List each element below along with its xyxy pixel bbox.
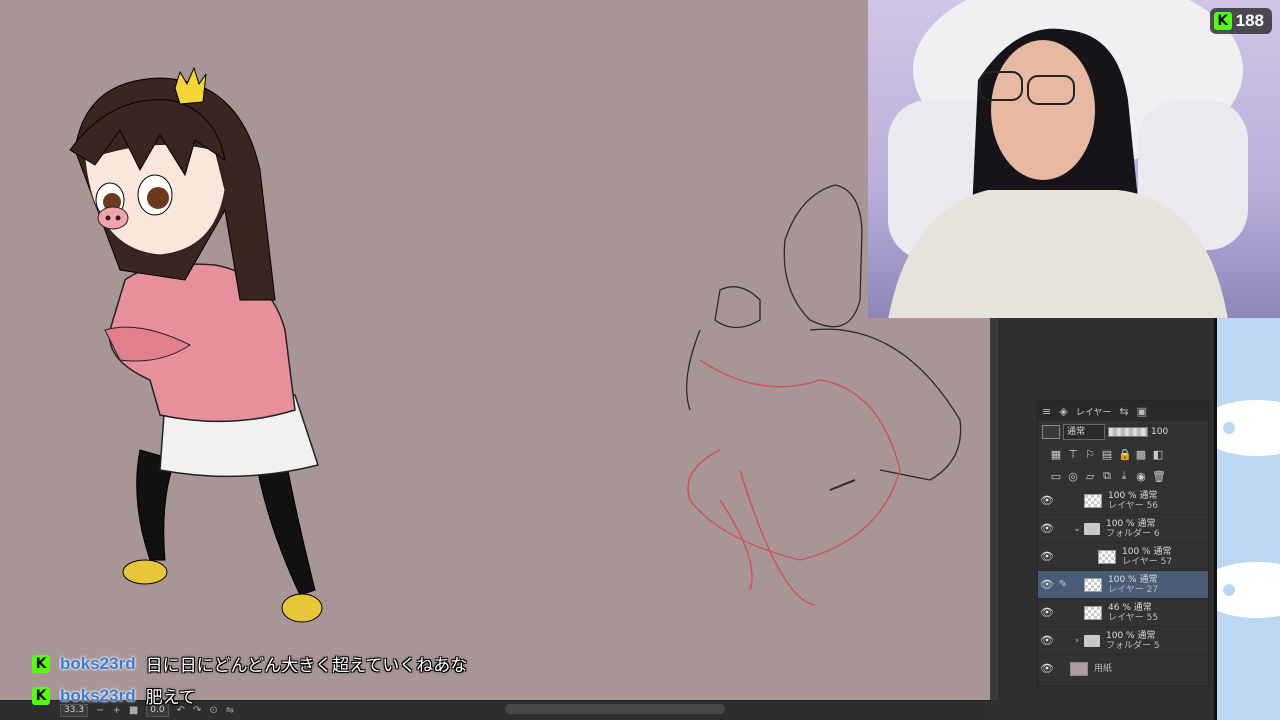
chat-username: boks23rd (60, 653, 136, 673)
layer-info: 100 % 通常 レイヤー 27 (1108, 575, 1158, 595)
streamer-video (888, 0, 1248, 318)
layer-info: 46 % 通常 レイヤー 55 (1108, 603, 1158, 623)
layer-name: レイヤー 55 (1108, 612, 1159, 623)
layer-thumbnail (1084, 493, 1102, 508)
layer-panel: ≡ ◈ レイヤー ⇆ ▣ 通常 100 ▦ ⊤ ⚐ ▤ 🔒 ▩ ◧ ▭ ◎ ▱ … (1037, 400, 1209, 686)
eye-icon[interactable]: 👁 (1038, 494, 1056, 507)
webcam-feed: K 188 (868, 0, 1280, 318)
layer-row[interactable]: 👁 › 100 % 通常 フォルダー 5 (1038, 627, 1208, 655)
flip-horizontal-icon[interactable]: ⇋ (226, 705, 234, 716)
kick-logo-icon: K (1213, 12, 1232, 30)
color-icon[interactable]: ◧ (1152, 448, 1164, 461)
layer-name: 用紙 (1094, 663, 1113, 674)
kick-logo-icon: K (32, 686, 50, 705)
layer-mode: 100 % 通常 (1108, 490, 1158, 501)
layer-mask-icon[interactable]: ◉ (1135, 470, 1147, 483)
layer-info: 100 % 通常 レイヤー 56 (1108, 491, 1158, 511)
viewer-count: 188 (1235, 11, 1264, 30)
layer-thumbnail (1084, 605, 1102, 620)
drawing-canvas[interactable] (0, 0, 990, 700)
trash-icon[interactable]: 🗑 (1152, 470, 1166, 483)
panel-scrollbar[interactable] (990, 318, 998, 700)
navigator-icon[interactable]: ▣ (1137, 405, 1147, 418)
layer-name: レイヤー 56 (1108, 500, 1159, 511)
folder-icon (1084, 634, 1100, 647)
layer-name: レイヤー 57 (1122, 556, 1173, 567)
new-folder-icon[interactable]: ▱ (1084, 470, 1096, 483)
merge-icon[interactable]: ⤓ (1118, 469, 1130, 483)
stream-screen: K 188 ≡ ◈ レイヤー ⇆ ▣ 通常 100 ▦ ⊤ ⚐ ▤ 🔒 ▩ ◧ … (0, 0, 1280, 720)
eye-icon[interactable]: 👁 (1038, 634, 1056, 647)
opacity-value[interactable]: 100 (1151, 427, 1168, 437)
chat-username: boks23rd (60, 685, 136, 705)
layer-tool-row-1: ▦ ⊤ ⚐ ▤ 🔒 ▩ ◧ (1038, 443, 1208, 465)
eye-icon[interactable]: 👁 (1038, 550, 1056, 563)
layer-color-box[interactable] (1042, 425, 1060, 439)
eye-icon[interactable]: 👁 (1038, 662, 1056, 675)
layer-row-paper[interactable]: 👁 用紙 (1038, 655, 1208, 683)
lock-icon[interactable]: 🔒 (1118, 448, 1132, 461)
chevron-down-icon[interactable]: ⌄ (1070, 524, 1084, 534)
tab-layer[interactable]: レイヤー (1076, 405, 1112, 418)
history-icon[interactable]: ⇆ (1119, 405, 1128, 418)
ruler-icon[interactable]: ▤ (1101, 448, 1113, 461)
layers-icon[interactable]: ◈ (1059, 405, 1067, 418)
chibi-girl-illustration (69, 66, 323, 623)
menu-icon[interactable]: ≡ (1042, 405, 1051, 418)
layer-mode: 100 % 通常 (1106, 518, 1156, 529)
side-window-graphic (1217, 400, 1280, 618)
layer-panel-tabs: ≡ ◈ レイヤー ⇆ ▣ (1038, 401, 1208, 421)
layer-info: 100 % 通常 フォルダー 6 (1106, 519, 1160, 539)
layer-thumbnail (1084, 577, 1102, 592)
eye-icon[interactable]: 👁 (1038, 522, 1056, 535)
layer-thumbnail (1098, 549, 1116, 564)
layer-mode: 100 % 通常 (1106, 630, 1156, 641)
reference-icon[interactable]: ⚐ (1084, 448, 1096, 461)
copy-layer-icon[interactable]: ⧉ (1101, 469, 1113, 483)
layer-name: フォルダー 5 (1106, 640, 1160, 651)
blend-mode-select[interactable]: 通常 (1063, 424, 1105, 440)
layer-info: 100 % 通常 フォルダー 5 (1106, 631, 1160, 651)
layer-name: レイヤー 27 (1108, 584, 1159, 595)
layer-name: フォルダー 6 (1106, 528, 1160, 539)
layer-row[interactable]: 👁 46 % 通常 レイヤー 55 (1038, 599, 1208, 627)
pen-icon: ✎ (1058, 579, 1068, 590)
canvas-artwork (69, 66, 962, 623)
blend-controls: 通常 100 (1038, 421, 1208, 443)
reset-rotation-icon[interactable]: ⊙ (209, 705, 217, 716)
layer-row-selected[interactable]: 👁 ✎ 100 % 通常 レイヤー 27 (1038, 571, 1208, 599)
chat-text: 肥えて (145, 688, 196, 708)
layer-mode: 100 % 通常 (1122, 546, 1172, 557)
viewer-count-badge: K 188 (1209, 8, 1272, 34)
protect-alpha-icon[interactable]: ▦ (1050, 448, 1062, 461)
layer-mode: 46 % 通常 (1108, 602, 1152, 613)
layer-info: 100 % 通常 レイヤー 57 (1122, 547, 1172, 567)
eye-icon[interactable]: 👁 (1038, 606, 1056, 619)
new-raster-layer-icon[interactable]: ▭ (1050, 470, 1062, 483)
eye-icon[interactable]: 👁 (1038, 578, 1056, 591)
layer-info: 用紙 (1094, 664, 1112, 674)
folder-icon (1084, 522, 1100, 535)
layer-row[interactable]: 👁 100 % 通常 レイヤー 56 (1038, 487, 1208, 515)
mask-icon[interactable]: ▩ (1135, 448, 1147, 461)
chat-text: 日に日にどんどん大きく超えていくねあな (145, 656, 468, 676)
kick-logo-icon: K (32, 654, 50, 673)
opacity-slider[interactable] (1108, 427, 1148, 437)
layer-row[interactable]: 👁 100 % 通常 レイヤー 57 (1038, 543, 1208, 571)
clip-icon[interactable]: ⊤ (1067, 448, 1079, 461)
layer-tool-row-2: ▭ ◎ ▱ ⧉ ⤓ ◉ 🗑 (1038, 465, 1208, 487)
layer-mode: 100 % 通常 (1108, 574, 1158, 585)
layer-row[interactable]: 👁 ⌄ 100 % 通常 フォルダー 6 (1038, 515, 1208, 543)
side-window-preview (1214, 318, 1280, 720)
layer-list: 👁 100 % 通常 レイヤー 56 👁 ⌄ 100 % 通常 フォルダー 6 (1038, 487, 1208, 683)
paper-thumbnail (1070, 661, 1088, 676)
chat-message: K boks23rd 日に日にどんどん大きく超えていくねあな (32, 651, 467, 676)
chat-message: K boks23rd 肥えて (32, 683, 196, 708)
horizontal-scrollbar[interactable] (505, 704, 725, 714)
new-vector-layer-icon[interactable]: ◎ (1067, 470, 1079, 483)
chevron-right-icon[interactable]: › (1070, 636, 1084, 646)
